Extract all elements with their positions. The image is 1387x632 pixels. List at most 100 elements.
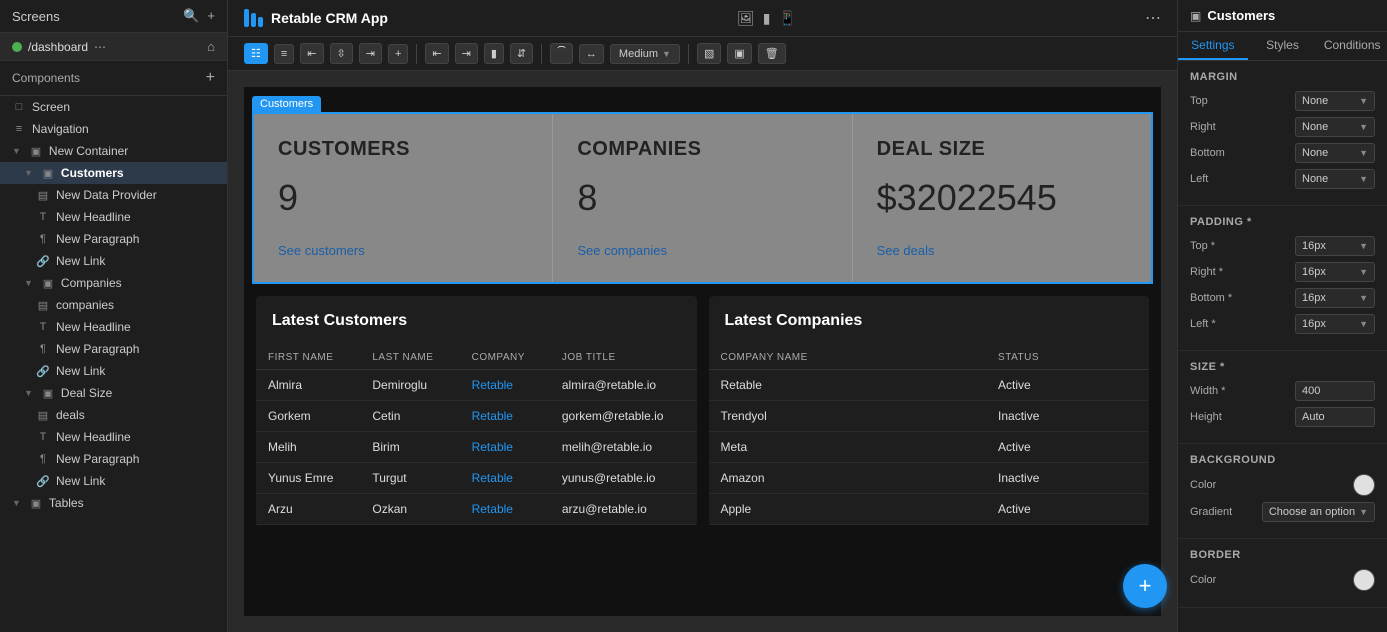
gradient-dropdown[interactable]: Choose an option ▼ xyxy=(1262,502,1375,522)
layout-btn[interactable]: ▧ xyxy=(697,43,721,64)
tree-item-deals[interactable]: ▤ deals xyxy=(0,404,227,426)
col-left-btn[interactable]: ⇤ xyxy=(425,43,448,64)
padding-right-row: Right * 16px ▼ xyxy=(1190,262,1375,282)
tree-item-paragraph-1[interactable]: ¶ New Paragraph xyxy=(0,228,227,250)
tree-item-tables[interactable]: ▼ ▣ Tables xyxy=(0,492,227,514)
copy-btn[interactable]: ▣ xyxy=(727,43,751,64)
tree-item-screen[interactable]: □ Screen xyxy=(0,96,227,118)
add-screen-icon[interactable]: + xyxy=(207,8,215,24)
tree-item-customers[interactable]: ▼ ▣ Customers xyxy=(0,162,227,184)
tree-item-headline-2[interactable]: T New Headline xyxy=(0,316,227,338)
padding-left-value: 16px xyxy=(1302,318,1326,330)
table-row[interactable]: Amazon Inactive xyxy=(709,463,1150,494)
latest-companies-section: Latest Companies COMPANY NAME STATUS Ret… xyxy=(709,296,1150,525)
deal-size-stat-value: $32022545 xyxy=(877,177,1127,219)
width-input[interactable] xyxy=(1295,381,1375,401)
margin-right-dropdown[interactable]: None ▼ xyxy=(1295,117,1375,137)
align-center-btn[interactable]: ⇳ xyxy=(330,43,353,64)
tree-item-data-provider[interactable]: ▤ New Data Provider xyxy=(0,184,227,206)
tree-item-navigation[interactable]: ≡ Navigation xyxy=(0,118,227,140)
see-deals-link[interactable]: See deals xyxy=(877,243,1127,258)
add-btn[interactable]: + xyxy=(388,44,408,64)
tree-label: New Container xyxy=(49,144,128,158)
margin-left-dropdown[interactable]: None ▼ xyxy=(1295,169,1375,189)
padding-right-dropdown[interactable]: 16px ▼ xyxy=(1295,262,1375,282)
tree-item-link-2[interactable]: 🔗 New Link xyxy=(0,360,227,382)
table-row[interactable]: Trendyol Inactive xyxy=(709,401,1150,432)
screens-label: Screens xyxy=(12,9,60,24)
stat-card-customers[interactable]: CUSTOMERS 9 See customers xyxy=(254,114,553,282)
tree-item-link-3[interactable]: 🔗 New Link xyxy=(0,470,227,492)
active-dot xyxy=(12,42,22,52)
tree-item-headline-1[interactable]: T New Headline xyxy=(0,206,227,228)
add-component-icon[interactable]: + xyxy=(206,69,215,87)
cell-company-name: Apple xyxy=(709,494,987,525)
margin-top-dropdown[interactable]: None ▼ xyxy=(1295,91,1375,111)
panel-icon: ▣ xyxy=(1190,9,1201,23)
border-color-swatch[interactable] xyxy=(1353,569,1375,591)
screen-tree-icon: □ xyxy=(12,101,26,113)
tree-item-deal-size[interactable]: ▼ ▣ Deal Size xyxy=(0,382,227,404)
medium-dropdown[interactable]: Medium ▼ xyxy=(610,44,680,64)
padding-left-dropdown[interactable]: 16px ▼ xyxy=(1295,314,1375,334)
col-last-name: LAST NAME xyxy=(360,346,459,370)
tree-item-companies[interactable]: ▼ ▣ Companies xyxy=(0,272,227,294)
grid2-btn[interactable]: ≡ xyxy=(274,44,294,64)
tree-item-companies-data[interactable]: ▤ companies xyxy=(0,294,227,316)
fab-button[interactable]: + xyxy=(1123,564,1167,608)
align-v-btn[interactable]: ⇵ xyxy=(510,43,533,64)
table-row[interactable]: Melih Birim Retable melih@retable.io xyxy=(256,432,697,463)
table-row[interactable]: Almira Demiroglu Retable almira@retable.… xyxy=(256,370,697,401)
tree-item-paragraph-2[interactable]: ¶ New Paragraph xyxy=(0,338,227,360)
margin-right-label: Right xyxy=(1190,121,1216,133)
table-row[interactable]: Retable Active xyxy=(709,370,1150,401)
deal-size-icon: ▣ xyxy=(41,387,55,400)
padding-bottom-dropdown[interactable]: 16px ▼ xyxy=(1295,288,1375,308)
align-left-btn[interactable]: ⇤ xyxy=(300,43,323,64)
screen-item[interactable]: /dashboard ⋯ ⌂ xyxy=(0,33,227,61)
tablet-icon[interactable]: ▮ xyxy=(763,10,771,27)
screen-dots-icon[interactable]: ⋯ xyxy=(94,40,106,54)
main-area: Retable CRM App 🖼 ▮ 📱 ⋯ ☷ ≡ ⇤ ⇳ ⇥ + ⇤ ⇥ … xyxy=(228,0,1177,632)
search-icon[interactable]: 🔍 xyxy=(183,8,199,24)
table-row[interactable]: Yunus Emre Turgut Retable yunus@retable.… xyxy=(256,463,697,494)
tree-item-paragraph-3[interactable]: ¶ New Paragraph xyxy=(0,448,227,470)
col-right-btn[interactable]: ⇥ xyxy=(455,43,478,64)
height-input[interactable] xyxy=(1295,407,1375,427)
stat-card-companies[interactable]: COMPANIES 8 See companies xyxy=(553,114,852,282)
tree-label: New Data Provider xyxy=(56,188,157,202)
table-row[interactable]: Apple Active xyxy=(709,494,1150,525)
bg-color-swatch[interactable] xyxy=(1353,474,1375,496)
see-customers-link[interactable]: See customers xyxy=(278,243,528,258)
table-row[interactable]: Meta Active xyxy=(709,432,1150,463)
topbar-dots[interactable]: ⋯ xyxy=(1145,8,1161,28)
table-row[interactable]: Gorkem Cetin Retable gorkem@retable.io xyxy=(256,401,697,432)
mobile-icon[interactable]: 📱 xyxy=(779,10,796,27)
align-right-btn[interactable]: ⇥ xyxy=(359,43,382,64)
expand-btn[interactable]: ↔ xyxy=(579,44,604,64)
grid1-btn[interactable]: ☷ xyxy=(244,43,268,64)
table-row[interactable]: Arzu Ozkan Retable arzu@retable.io xyxy=(256,494,697,525)
cell-status: Active xyxy=(986,370,1149,401)
stat-card-deal-size[interactable]: DEAL SIZE $32022545 See deals xyxy=(853,114,1151,282)
cell-company-name: Retable xyxy=(709,370,987,401)
bar-chart-btn[interactable]: ▮ xyxy=(484,43,504,64)
tab-settings[interactable]: Settings xyxy=(1178,32,1248,60)
see-companies-link[interactable]: See companies xyxy=(577,243,827,258)
cell-job: yunus@retable.io xyxy=(550,463,697,494)
home-icon[interactable]: ⌂ xyxy=(207,39,215,54)
margin-bottom-dropdown[interactable]: None ▼ xyxy=(1295,143,1375,163)
tab-conditions[interactable]: Conditions xyxy=(1317,32,1387,60)
tree-label: New Paragraph xyxy=(56,342,139,356)
padding-top-dropdown[interactable]: 16px ▼ xyxy=(1295,236,1375,256)
desktop-icon[interactable]: 🖼 xyxy=(737,10,755,27)
curve-btn[interactable]: ⏠ xyxy=(550,43,573,64)
tree-item-new-container[interactable]: ▼ ▣ New Container xyxy=(0,140,227,162)
trash-btn[interactable]: 🗑 xyxy=(758,43,786,64)
padding-top-row: Top * 16px ▼ xyxy=(1190,236,1375,256)
tree-item-headline-3[interactable]: T New Headline xyxy=(0,426,227,448)
paragraph-icon: ¶ xyxy=(36,343,50,355)
tree-label: New Headline xyxy=(56,320,131,334)
tree-item-link-1[interactable]: 🔗 New Link xyxy=(0,250,227,272)
tab-styles[interactable]: Styles xyxy=(1248,32,1318,60)
